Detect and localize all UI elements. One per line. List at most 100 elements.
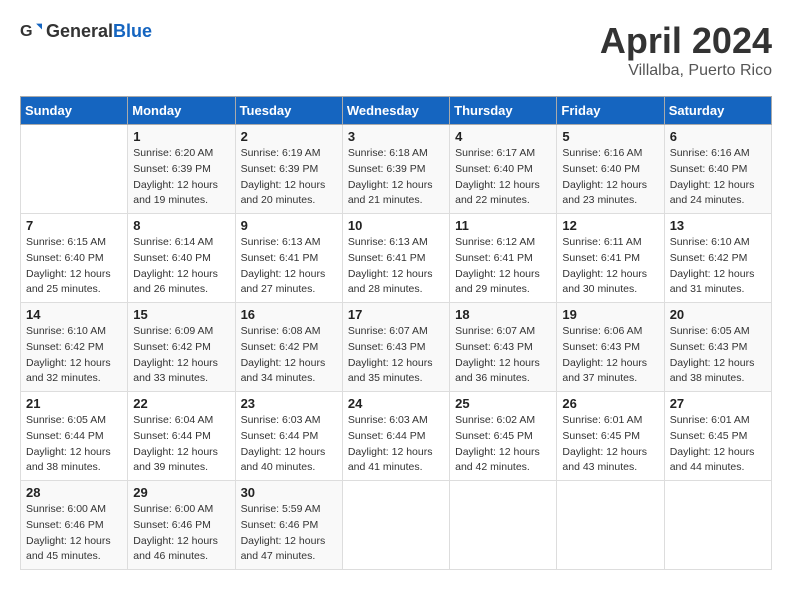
calendar-day-cell: 18Sunrise: 6:07 AMSunset: 6:43 PMDayligh… (450, 303, 557, 392)
calendar-day-cell: 10 Sunrise: 6:13 AMSunset: 6:41 PMDayligh… (342, 214, 449, 303)
day-info: Sunrise: 6:16 AMSunset: 6:40 PMDaylight:… (670, 146, 766, 209)
day-number: 1 (133, 129, 229, 144)
calendar-week-row: 21 Sunrise: 6:05 AMSunset: 6:44 PMDayligh… (21, 392, 772, 481)
weekday-header-row: SundayMondayTuesdayWednesdayThursdayFrid… (21, 97, 772, 125)
calendar-day-cell: 8Sunrise: 6:14 AMSunset: 6:40 PMDaylight… (128, 214, 235, 303)
day-number: 17 (348, 307, 444, 322)
day-info: Sunrise: 6:13 AMSunset: 6:41 PMDaylight:… (241, 235, 337, 298)
day-info: Sunrise: 6:05 AMSunset: 6:44 PMDaylight:… (26, 413, 122, 476)
day-info: Sunrise: 6:00 AMSunset: 6:46 PMDaylight:… (26, 502, 122, 565)
day-info: Sunrise: 6:08 AMSunset: 6:42 PMDaylight:… (241, 324, 337, 387)
day-number: 7 (26, 218, 122, 233)
calendar-day-cell: 7Sunrise: 6:15 AMSunset: 6:40 PMDaylight… (21, 214, 128, 303)
day-info: Sunrise: 6:07 AMSunset: 6:43 PMDaylight:… (348, 324, 444, 387)
calendar-day-cell: 28 Sunrise: 6:00 AMSunset: 6:46 PMDayligh… (21, 481, 128, 570)
day-number: 2 (241, 129, 337, 144)
svg-text:G: G (20, 22, 33, 40)
calendar-day-cell: 9 Sunrise: 6:13 AMSunset: 6:41 PMDaylight… (235, 214, 342, 303)
weekday-cell: Tuesday (235, 97, 342, 125)
day-info: Sunrise: 5:59 AMSunset: 6:46 PMDaylight:… (241, 502, 337, 565)
day-info: Sunrise: 6:04 AMSunset: 6:44 PMDaylight:… (133, 413, 229, 476)
day-info: Sunrise: 6:12 AMSunset: 6:41 PMDaylight:… (455, 235, 551, 298)
day-info: Sunrise: 6:01 AMSunset: 6:45 PMDaylight:… (562, 413, 658, 476)
day-number: 24 (348, 396, 444, 411)
day-info: Sunrise: 6:06 AMSunset: 6:43 PMDaylight:… (562, 324, 658, 387)
calendar-day-cell: 24 Sunrise: 6:03 AMSunset: 6:44 PMDayligh… (342, 392, 449, 481)
calendar-day-cell: 23Sunrise: 6:03 AMSunset: 6:44 PMDayligh… (235, 392, 342, 481)
day-number: 27 (670, 396, 766, 411)
logo-icon: G (20, 20, 42, 42)
day-number: 19 (562, 307, 658, 322)
calendar-day-cell (664, 481, 771, 570)
weekday-cell: Thursday (450, 97, 557, 125)
calendar-day-cell: 19 Sunrise: 6:06 AMSunset: 6:43 PMDayligh… (557, 303, 664, 392)
day-number: 22 (133, 396, 229, 411)
calendar-day-cell: 11 Sunrise: 6:12 AMSunset: 6:41 PMDayligh… (450, 214, 557, 303)
calendar-day-cell: 26 Sunrise: 6:01 AMSunset: 6:45 PMDayligh… (557, 392, 664, 481)
day-info: Sunrise: 6:19 AMSunset: 6:39 PMDaylight:… (241, 146, 337, 209)
day-number: 14 (26, 307, 122, 322)
day-info: Sunrise: 6:16 AMSunset: 6:40 PMDaylight:… (562, 146, 658, 209)
day-number: 26 (562, 396, 658, 411)
calendar-day-cell (342, 481, 449, 570)
calendar-day-cell: 29 Sunrise: 6:00 AMSunset: 6:46 PMDayligh… (128, 481, 235, 570)
day-number: 16 (241, 307, 337, 322)
calendar-day-cell: 2 Sunrise: 6:19 AMSunset: 6:39 PMDaylight… (235, 125, 342, 214)
calendar-day-cell (21, 125, 128, 214)
calendar-day-cell: 20 Sunrise: 6:05 AMSunset: 6:43 PMDayligh… (664, 303, 771, 392)
day-number: 8 (133, 218, 229, 233)
day-info: Sunrise: 6:18 AMSunset: 6:39 PMDaylight:… (348, 146, 444, 209)
day-info: Sunrise: 6:07 AMSunset: 6:43 PMDaylight:… (455, 324, 551, 387)
day-number: 20 (670, 307, 766, 322)
calendar-day-cell: 25Sunrise: 6:02 AMSunset: 6:45 PMDayligh… (450, 392, 557, 481)
calendar-day-cell: 12Sunrise: 6:11 AMSunset: 6:41 PMDayligh… (557, 214, 664, 303)
day-number: 23 (241, 396, 337, 411)
day-number: 9 (241, 218, 337, 233)
logo: G GeneralBlue (20, 20, 152, 42)
day-number: 30 (241, 485, 337, 500)
location-title: Villalba, Puerto Rico (600, 62, 772, 80)
day-number: 29 (133, 485, 229, 500)
day-number: 3 (348, 129, 444, 144)
calendar-day-cell: 4Sunrise: 6:17 AMSunset: 6:40 PMDaylight… (450, 125, 557, 214)
day-number: 6 (670, 129, 766, 144)
day-number: 5 (562, 129, 658, 144)
calendar-day-cell: 1 Sunrise: 6:20 AMSunset: 6:39 PMDaylight… (128, 125, 235, 214)
day-number: 4 (455, 129, 551, 144)
calendar-day-cell: 27Sunrise: 6:01 AMSunset: 6:45 PMDayligh… (664, 392, 771, 481)
title-block: April 2024 Villalba, Puerto Rico (600, 20, 772, 80)
day-info: Sunrise: 6:13 AMSunset: 6:41 PMDaylight:… (348, 235, 444, 298)
calendar-day-cell: 17 Sunrise: 6:07 AMSunset: 6:43 PMDayligh… (342, 303, 449, 392)
calendar-day-cell: 13Sunrise: 6:10 AMSunset: 6:42 PMDayligh… (664, 214, 771, 303)
calendar-day-cell (450, 481, 557, 570)
calendar-week-row: 28 Sunrise: 6:00 AMSunset: 6:46 PMDayligh… (21, 481, 772, 570)
day-info: Sunrise: 6:02 AMSunset: 6:45 PMDaylight:… (455, 413, 551, 476)
day-number: 28 (26, 485, 122, 500)
day-number: 13 (670, 218, 766, 233)
calendar-day-cell: 21 Sunrise: 6:05 AMSunset: 6:44 PMDayligh… (21, 392, 128, 481)
calendar-day-cell: 3 Sunrise: 6:18 AMSunset: 6:39 PMDaylight… (342, 125, 449, 214)
month-title: April 2024 (600, 20, 772, 62)
day-number: 11 (455, 218, 551, 233)
weekday-cell: Monday (128, 97, 235, 125)
day-info: Sunrise: 6:09 AMSunset: 6:42 PMDaylight:… (133, 324, 229, 387)
day-number: 15 (133, 307, 229, 322)
calendar-day-cell: 22 Sunrise: 6:04 AMSunset: 6:44 PMDayligh… (128, 392, 235, 481)
day-info: Sunrise: 6:05 AMSunset: 6:43 PMDaylight:… (670, 324, 766, 387)
day-number: 21 (26, 396, 122, 411)
weekday-cell: Sunday (21, 97, 128, 125)
day-info: Sunrise: 6:00 AMSunset: 6:46 PMDaylight:… (133, 502, 229, 565)
calendar-week-row: 1 Sunrise: 6:20 AMSunset: 6:39 PMDaylight… (21, 125, 772, 214)
calendar-day-cell: 14 Sunrise: 6:10 AMSunset: 6:42 PMDayligh… (21, 303, 128, 392)
day-info: Sunrise: 6:03 AMSunset: 6:44 PMDaylight:… (348, 413, 444, 476)
weekday-cell: Wednesday (342, 97, 449, 125)
logo-blue: Blue (113, 21, 152, 41)
day-info: Sunrise: 6:20 AMSunset: 6:39 PMDaylight:… (133, 146, 229, 209)
day-info: Sunrise: 6:10 AMSunset: 6:42 PMDaylight:… (26, 324, 122, 387)
calendar-week-row: 14 Sunrise: 6:10 AMSunset: 6:42 PMDayligh… (21, 303, 772, 392)
calendar-table: SundayMondayTuesdayWednesdayThursdayFrid… (20, 96, 772, 570)
calendar-body: 1 Sunrise: 6:20 AMSunset: 6:39 PMDaylight… (21, 125, 772, 570)
calendar-week-row: 7Sunrise: 6:15 AMSunset: 6:40 PMDaylight… (21, 214, 772, 303)
day-number: 10 (348, 218, 444, 233)
page-header: G GeneralBlue April 2024 Villalba, Puert… (20, 20, 772, 80)
